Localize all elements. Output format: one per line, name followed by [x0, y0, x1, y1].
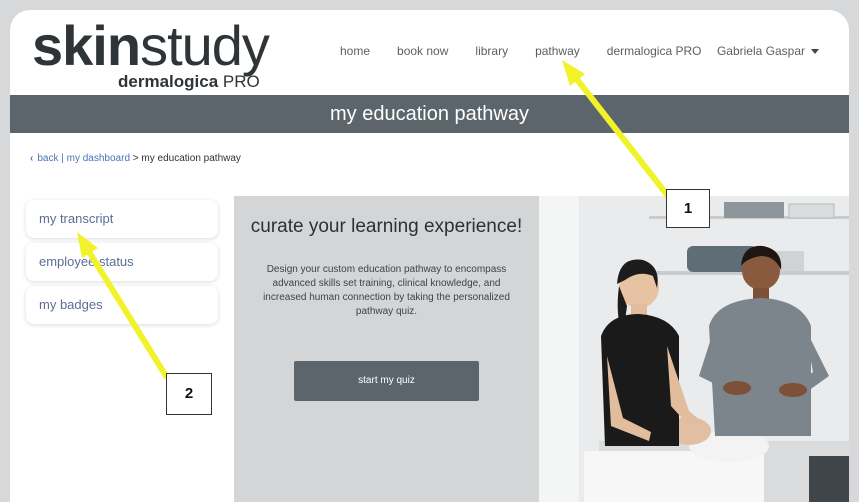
callout-2: 2 [166, 373, 212, 415]
page-banner: my education pathway [10, 95, 849, 133]
user-name: Gabriela Gaspar [716, 44, 805, 58]
breadcrumb-separator: | [61, 153, 64, 164]
nav-pathway[interactable]: pathway [535, 44, 580, 58]
spa-photo-illustration [539, 196, 849, 502]
sidebar-item-employee-status[interactable]: employee status [26, 243, 218, 281]
logo-sub-bold: dermalogica [118, 72, 219, 91]
start-quiz-button[interactable]: start my quiz [294, 361, 479, 401]
breadcrumb: ‹ back | my dashboard > my education path… [30, 153, 241, 164]
skinstudy-logo[interactable]: skinstudy dermalogica PRO [32, 14, 270, 92]
promo-heading: curate your learning experience! [250, 216, 523, 237]
dashboard-link[interactable]: my dashboard [67, 153, 130, 164]
user-menu[interactable]: Gabriela Gaspar [717, 44, 819, 58]
nav-library[interactable]: library [475, 44, 508, 58]
sidebar-item-transcript[interactable]: my transcript [26, 200, 218, 238]
sidebar: my transcript employee status my badges [26, 200, 218, 329]
spa-treatment-image [539, 196, 849, 502]
nav-home[interactable]: home [340, 44, 370, 58]
nav-dermalogica-pro[interactable]: dermalogica PRO [607, 44, 702, 58]
caret-down-icon [811, 48, 819, 54]
page-frame: skinstudy dermalogica PRO home book now … [10, 10, 849, 502]
page-title: my education pathway [329, 103, 529, 125]
logo-bold: skin [32, 14, 141, 77]
top-nav: home book now library pathway dermalogic… [340, 44, 729, 58]
promo-panel: curate your learning experience! Design … [234, 196, 539, 502]
breadcrumb-current: > my education pathway [132, 153, 241, 164]
promo-body: Design your custom education pathway to … [263, 264, 510, 317]
nav-book-now[interactable]: book now [397, 44, 448, 58]
chevron-left-icon: ‹ [30, 153, 34, 164]
back-link[interactable]: back [37, 153, 58, 164]
logo-sub-light: PRO [222, 72, 260, 91]
callout-1: 1 [666, 189, 710, 228]
logo-light: study [140, 14, 270, 77]
sidebar-item-badges[interactable]: my badges [26, 286, 218, 324]
